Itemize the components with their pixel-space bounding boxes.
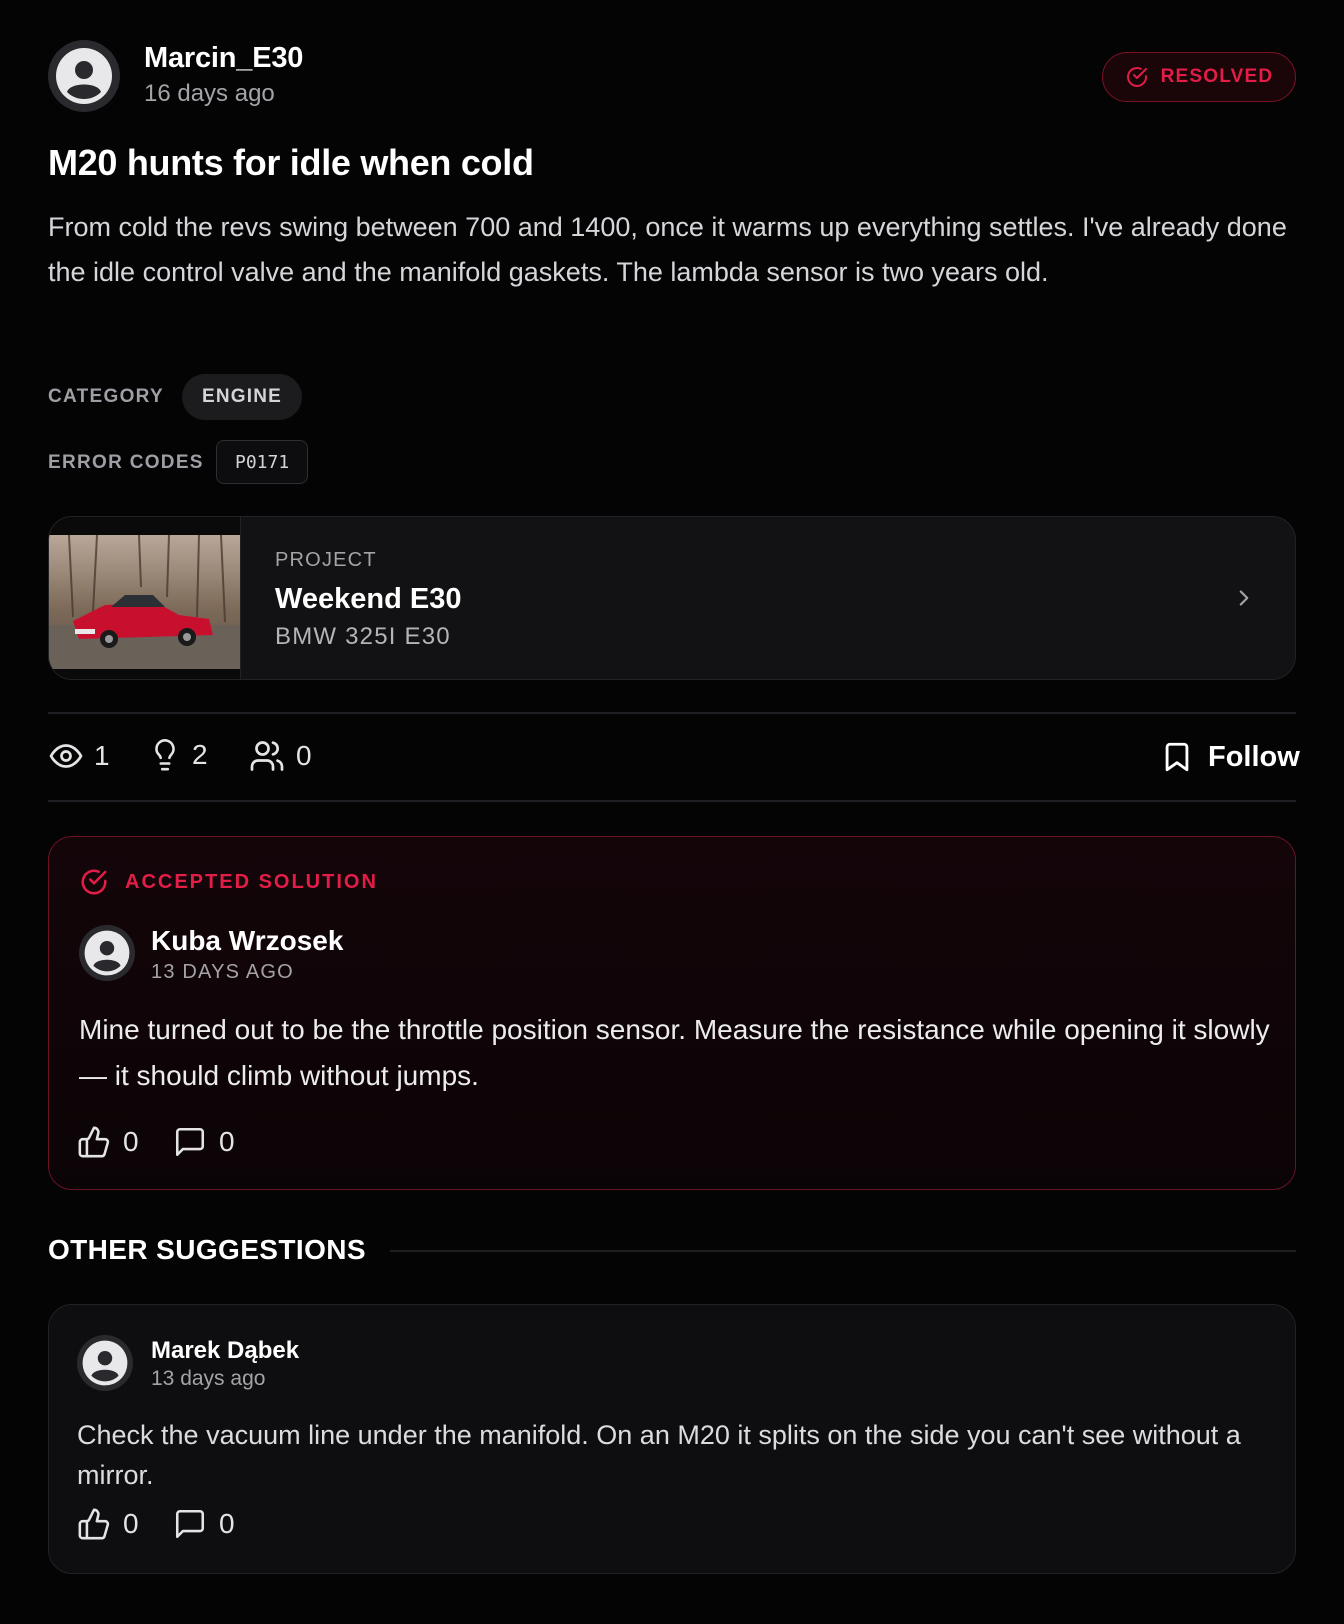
- like-button[interactable]: 0: [77, 1125, 139, 1159]
- check-circle-icon: [1126, 67, 1147, 87]
- accepted-solution-header: ACCEPTED SOLUTION: [79, 867, 378, 897]
- post-title: M20 hunts for idle when cold: [48, 142, 534, 183]
- views-count: 1: [94, 740, 110, 771]
- suggestion-avatar[interactable]: [77, 1335, 133, 1391]
- project-thumbnail: [49, 517, 241, 679]
- answer-avatar[interactable]: [79, 925, 135, 981]
- ideas-stat: 2: [148, 738, 208, 772]
- category-label: CATEGORY: [48, 386, 164, 407]
- status-badge: RESOLVED: [1102, 52, 1296, 102]
- thumbs-up-icon: [78, 1126, 110, 1158]
- comment-count: 0: [219, 1508, 235, 1539]
- like-count: 0: [123, 1126, 139, 1157]
- user-avatar-icon: [56, 48, 112, 104]
- divider: [48, 800, 1296, 802]
- project-label: PROJECT: [275, 549, 377, 571]
- like-button[interactable]: 0: [77, 1507, 139, 1541]
- like-count: 0: [123, 1508, 139, 1539]
- participants-count: 0: [296, 740, 312, 771]
- accepted-solution-card: ACCEPTED SOLUTION Kuba Wrzosek 13 DAYS A…: [48, 836, 1296, 1190]
- answer-author[interactable]: Kuba Wrzosek: [151, 925, 343, 957]
- project-model: BMW 325I E30: [275, 623, 451, 650]
- follow-button[interactable]: Follow: [1160, 738, 1300, 776]
- follow-label: Follow: [1208, 740, 1300, 773]
- answer-timestamp: 13 DAYS AGO: [151, 961, 294, 983]
- user-avatar-icon: [84, 930, 130, 976]
- author-name[interactable]: Marcin_E30: [144, 42, 303, 75]
- suggestion-body: Check the vacuum line under the manifold…: [77, 1420, 1241, 1490]
- status-badge-label: RESOLVED: [1160, 66, 1274, 87]
- views-stat: 1: [48, 738, 110, 774]
- users-icon: [250, 741, 284, 771]
- divider: [48, 712, 1296, 714]
- error-codes-label: ERROR CODES: [48, 452, 204, 473]
- comment-count: 0: [219, 1126, 235, 1157]
- comment-icon: [175, 1509, 205, 1539]
- section-divider: [390, 1250, 1296, 1252]
- user-avatar-icon: [82, 1340, 128, 1386]
- post-timestamp: 16 days ago: [144, 80, 275, 107]
- suggestion-author[interactable]: Marek Dąbek: [151, 1337, 299, 1365]
- comment-button[interactable]: 0: [173, 1507, 235, 1541]
- accepted-solution-label: ACCEPTED SOLUTION: [125, 870, 378, 893]
- thumbs-up-icon: [78, 1508, 110, 1540]
- other-suggestions-heading: OTHER SUGGESTIONS: [48, 1234, 366, 1265]
- lightbulb-icon: [155, 739, 175, 771]
- eye-icon: [49, 744, 83, 768]
- comment-button[interactable]: 0: [173, 1125, 235, 1159]
- project-name: Weekend E30: [275, 583, 462, 615]
- category-chip[interactable]: ENGINE: [182, 374, 303, 420]
- ideas-count: 2: [192, 739, 208, 770]
- error-code-chip[interactable]: P0171: [216, 440, 309, 484]
- author-avatar[interactable]: [48, 40, 120, 112]
- suggestion-timestamp: 13 days ago: [151, 1367, 266, 1390]
- answer-body: Mine turned out to be the throttle posit…: [79, 1014, 1270, 1091]
- post-body: From cold the revs swing between 700 and…: [48, 212, 1287, 287]
- participants-stat: 0: [248, 738, 312, 774]
- suggestion-card: Marek Dąbek 13 days ago Check the vacuum…: [48, 1304, 1296, 1574]
- chevron-right-icon: [1231, 585, 1257, 611]
- check-circle-icon: [81, 869, 107, 895]
- comment-icon: [175, 1127, 205, 1157]
- project-card[interactable]: PROJECT Weekend E30 BMW 325I E30: [48, 516, 1296, 680]
- bookmark-icon: [1165, 742, 1189, 772]
